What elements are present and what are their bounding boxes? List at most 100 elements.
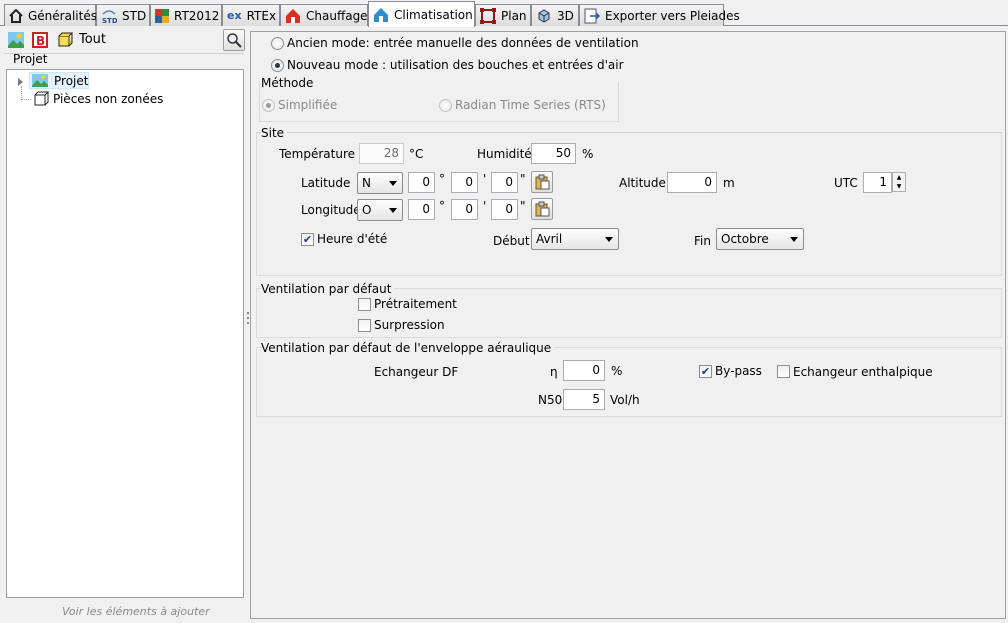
tab-label: Climatisation [394,7,473,22]
tree-line [21,86,22,100]
footer-hint[interactable]: Voir les éléments à ajouter [62,605,210,618]
tree-item-label: Projet [54,74,89,88]
start-month-select[interactable]: Avril [531,228,619,250]
altitude-label: Altitude [619,176,666,190]
tab-3d[interactable]: 3D [531,4,579,26]
longitude-seconds-input[interactable]: 0 [491,199,518,220]
tab-label: Plan [501,8,527,23]
enthalpic-exchanger-label[interactable]: Echangeur enthalpique [793,365,933,379]
cooling-house-icon [373,7,389,23]
new-mode-radio[interactable] [271,59,284,72]
show-all-icon-button[interactable] [56,31,74,49]
tab-chauffage[interactable]: Chauffage [280,4,368,26]
tree-expand-icon[interactable] [18,78,23,86]
plan-icon [480,7,496,24]
utc-label: UTC [834,176,858,190]
utc-spinner[interactable]: ▲ ▼ [892,172,906,192]
svg-text:STD: STD [102,17,117,24]
bypass-checkbox[interactable]: ✔ [699,365,712,378]
longitude-direction-value: O [362,203,372,217]
tree-item-pieces-non-zonees[interactable]: Pièces non zonées [29,91,169,108]
clipboard-icon [535,174,550,190]
export-icon [584,8,600,24]
overpressure-label[interactable]: Surpression [374,318,445,332]
summer-time-label[interactable]: Heure d'été [317,232,387,246]
search-icon [227,33,242,48]
old-mode-label[interactable]: Ancien mode: entrée manuelle des données… [287,36,639,50]
end-month-select[interactable]: Octobre [716,228,804,250]
tab-label: 3D [557,8,574,23]
longitude-minutes-input[interactable]: 0 [451,199,478,220]
humidity-unit: % [582,147,594,161]
tab-climatisation[interactable]: Climatisation [368,1,475,27]
efficiency-unit: % [611,364,623,378]
building-b-icon: B [32,32,48,48]
tab-rtex[interactable]: ex RTEx [222,4,280,26]
latitude-minutes-input[interactable]: 0 [451,172,478,193]
second-symbol: " [520,172,526,186]
spin-down-icon[interactable]: ▼ [893,182,905,191]
show-building-button[interactable]: B [31,31,49,49]
start-month-value: Avril [536,232,563,246]
pretreatment-label[interactable]: Prétraitement [374,297,457,311]
svg-text:B: B [36,34,45,48]
utc-input[interactable]: 1 [863,172,892,193]
latitude-picker-button[interactable] [531,171,553,193]
room-cube-icon [34,91,49,106]
tab-plan[interactable]: Plan [475,4,531,26]
tab-std[interactable]: STD STD [96,4,150,26]
humidity-input[interactable]: 50 [531,143,576,164]
method-rts-label[interactable]: Radian Time Series (RTS) [455,98,606,112]
latitude-direction-select[interactable]: N [357,172,403,194]
show-plan-button[interactable] [7,31,25,49]
enthalpic-exchanger-checkbox[interactable] [777,365,790,378]
tab-label: STD [122,8,147,23]
efficiency-input[interactable]: 0 [563,360,605,381]
spin-up-icon[interactable]: ▲ [893,173,905,182]
end-label: Fin [694,234,711,248]
tree-item-projet[interactable]: Projet [29,72,89,89]
tab-rt2012[interactable]: RT2012 [150,4,222,26]
default-ventilation-title: Ventilation par défaut [261,282,395,296]
overpressure-checkbox[interactable] [358,319,371,332]
method-title: Méthode [261,76,317,90]
altitude-unit: m [723,176,735,190]
degree-symbol: ° [439,199,445,213]
method-simplified-label[interactable]: Simplifiée [278,98,337,112]
home-icon [9,8,23,24]
n50-input[interactable]: 5 [563,389,605,410]
tab-label: Généralités [28,8,97,23]
tab-export-pleiades[interactable]: Exporter vers Pleiades [579,4,740,26]
method-simplified-radio[interactable] [262,99,275,112]
summer-time-checkbox[interactable]: ✔ [301,233,314,246]
longitude-direction-select[interactable]: O [357,199,403,221]
minute-symbol: ' [483,199,487,213]
pretreatment-checkbox[interactable] [358,298,371,311]
method-rts-radio[interactable] [439,99,452,112]
cube-3d-icon [536,8,552,24]
start-label: Début [493,234,530,248]
temperature-label: Température [279,147,356,161]
envelope-ventilation-title: Ventilation par défaut de l'enveloppe aé… [261,341,555,355]
new-mode-label[interactable]: Nouveau mode : utilisation des bouches e… [287,58,624,72]
longitude-picker-button[interactable] [531,198,553,220]
tab-label: Exporter vers Pleiades [605,8,740,23]
latitude-seconds-input[interactable]: 0 [491,172,518,193]
tab-generalites[interactable]: Généralités [4,4,97,26]
second-symbol: " [520,199,526,213]
search-button[interactable] [223,29,245,51]
efficiency-label: η [550,365,558,379]
tab-label: RTEx [246,8,277,23]
old-mode-radio[interactable] [271,37,284,50]
altitude-input[interactable]: 0 [667,172,717,193]
n50-unit: Vol/h [610,393,640,407]
temperature-input[interactable]: 28 [359,143,404,164]
minute-symbol: ' [483,172,487,186]
toolbar-all-label[interactable]: Tout [79,32,106,47]
bypass-label[interactable]: By-pass [715,364,762,378]
longitude-degrees-input[interactable]: 0 [408,199,435,220]
tab-bar: Généralités STD STD RT2012 ex RTEx Chauf… [0,0,1008,27]
exchanger-df-label: Echangeur DF [374,365,459,379]
latitude-degrees-input[interactable]: 0 [408,172,435,193]
std-icon: STD [101,8,117,24]
